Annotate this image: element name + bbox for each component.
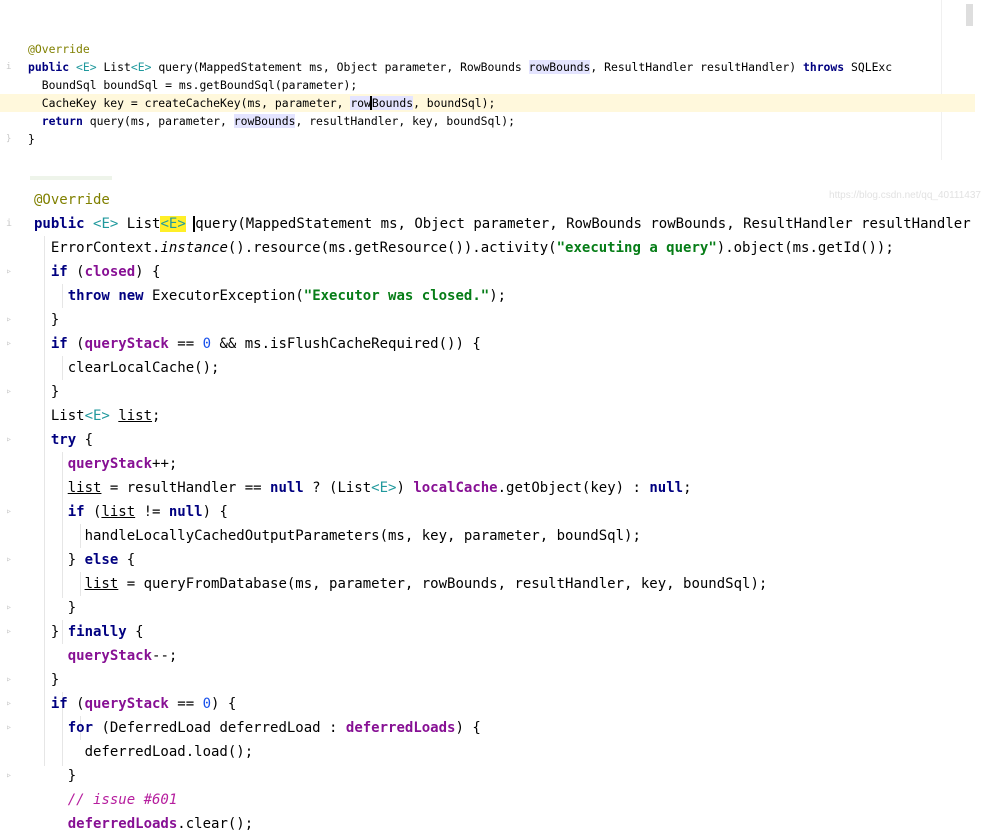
code-text: if (queryStack == 0 && ms.isFlushCacheRe… [50, 336, 481, 352]
gutter [0, 476, 14, 500]
gutter: ▹ [6, 674, 13, 685]
code-text: ErrorContext.instance().resource(ms.getR… [34, 240, 894, 256]
code-text: BoundSql boundSql = ms.getBoundSql(param… [28, 78, 358, 92]
code-line: ▹ try { [0, 428, 975, 452]
code-text: for (DeferredLoad deferredLoad : deferre… [67, 720, 481, 736]
gutter: ▹ [6, 314, 13, 325]
gutter [0, 740, 14, 764]
code-text: CacheKey key = createCacheKey(ms, parame… [28, 96, 496, 110]
code-line: deferredLoads.clear(); [0, 812, 975, 836]
gutter [0, 188, 14, 212]
code-line: @Override [0, 40, 975, 58]
code-line: list = resultHandler == null ? (List<E>)… [0, 476, 975, 500]
code-line: ▹ } [0, 668, 975, 692]
code-text: public <E> List<E> query(MappedStatement… [34, 216, 971, 232]
code-line: } } [0, 130, 975, 148]
code-line: clearLocalCache(); [0, 356, 975, 380]
code-line: @Override [0, 188, 975, 212]
code-text: if (queryStack == 0) { [50, 696, 237, 712]
code-line: throw new ExecutorException("Executor wa… [0, 284, 975, 308]
code-text: @Override [34, 192, 110, 208]
gutter [0, 812, 14, 836]
code-text: throw new ExecutorException("Executor wa… [67, 288, 507, 304]
code-snippet-baseexecutor: @Override i public <E> List<E> query(Mappe… [0, 176, 987, 832]
gutter: ▹ [6, 770, 13, 781]
code-text: @Override [28, 42, 90, 56]
gutter [0, 644, 14, 668]
code-snippet-executor: @Override i public <E> List<E> query(Map… [0, 30, 987, 201]
gutter [0, 788, 14, 812]
gutter: } [6, 134, 12, 144]
gutter: ▹ [6, 722, 13, 733]
code-line-current: CacheKey key = createCacheKey(ms, parame… [0, 94, 975, 112]
code-line: ▹ } finally { [0, 620, 975, 644]
code-line: ▹ if (list != null) { [0, 500, 975, 524]
code-line: ▹ for (DeferredLoad deferredLoad : defer… [0, 716, 975, 740]
code-line: return query(ms, parameter, rowBounds, r… [0, 112, 975, 130]
gutter: ▹ [6, 698, 13, 709]
gutter [0, 404, 14, 428]
code-text: } finally { [34, 624, 144, 640]
code-line: ▹ } [0, 308, 975, 332]
gutter [0, 524, 14, 548]
code-text: try { [50, 432, 94, 448]
gutter [0, 284, 14, 308]
gutter: ▹ [6, 506, 13, 517]
code-line: handleLocallyCachedOutputParameters(ms, … [0, 524, 975, 548]
gutter [0, 236, 14, 260]
gutter: i [6, 218, 13, 229]
code-text: handleLocallyCachedOutputParameters(ms, … [34, 528, 641, 544]
gutter: ▹ [6, 386, 13, 397]
code-text: } [34, 600, 77, 616]
code-text: deferredLoad.load(); [34, 744, 254, 760]
code-line: ErrorContext.instance().resource(ms.getR… [0, 236, 975, 260]
gutter [0, 452, 14, 476]
code-text: // issue #601 [67, 792, 178, 808]
gutter: ▹ [6, 554, 13, 565]
code-text: queryStack++; [67, 456, 178, 472]
code-text: queryStack--; [67, 648, 178, 664]
code-line: ▹ if (closed) { [0, 260, 975, 284]
code-line: ▹ if (queryStack == 0 && ms.isFlushCache… [0, 332, 975, 356]
code-line: queryStack--; [0, 644, 975, 668]
code-text: } [34, 384, 60, 400]
code-line: BoundSql boundSql = ms.getBoundSql(param… [0, 76, 975, 94]
code-text: public <E> List<E> query(MappedStatement… [28, 60, 893, 74]
gutter: ▹ [6, 338, 13, 349]
code-text: list = resultHandler == null ? (List<E>)… [67, 480, 692, 496]
code-text: List<E> list; [34, 408, 161, 424]
gutter: ▹ [6, 266, 13, 277]
code-line: ▹ } else { [0, 548, 975, 572]
code-line: List<E> list; [0, 404, 975, 428]
gutter [0, 356, 14, 380]
gutter: ▹ [6, 602, 13, 613]
code-line: queryStack++; [0, 452, 975, 476]
gutter: i [6, 62, 12, 72]
code-text: clearLocalCache(); [34, 360, 220, 376]
code-line: ▹ } [0, 380, 975, 404]
code-line: deferredLoad.load(); [0, 740, 975, 764]
code-text: list = queryFromDatabase(ms, parameter, … [84, 576, 768, 592]
code-text: } [28, 132, 35, 146]
code-text: } else { [34, 552, 136, 568]
code-line: i public <E> List<E> query(MappedStateme… [0, 58, 975, 76]
code-text: if (closed) { [50, 264, 161, 280]
code-line: i public <E> List<E> query(MappedStatemen… [0, 212, 975, 236]
gutter: ▹ [6, 434, 13, 445]
scrollbar-thumb[interactable] [966, 4, 973, 26]
code-text: return query(ms, parameter, rowBounds, r… [41, 114, 515, 128]
code-line: ▹ } [0, 764, 975, 788]
code-line: list = queryFromDatabase(ms, parameter, … [0, 572, 975, 596]
code-line: ▹ } [0, 596, 975, 620]
code-text: } [34, 768, 77, 784]
code-text: } [34, 672, 60, 688]
code-text: } [34, 312, 60, 328]
code-line: ▹ if (queryStack == 0) { [0, 692, 975, 716]
gutter [0, 572, 14, 596]
code-text: deferredLoads.clear(); [67, 816, 254, 832]
code-text: if (list != null) { [67, 504, 228, 520]
code-line: // issue #601 [0, 788, 975, 812]
gutter: ▹ [6, 626, 13, 637]
